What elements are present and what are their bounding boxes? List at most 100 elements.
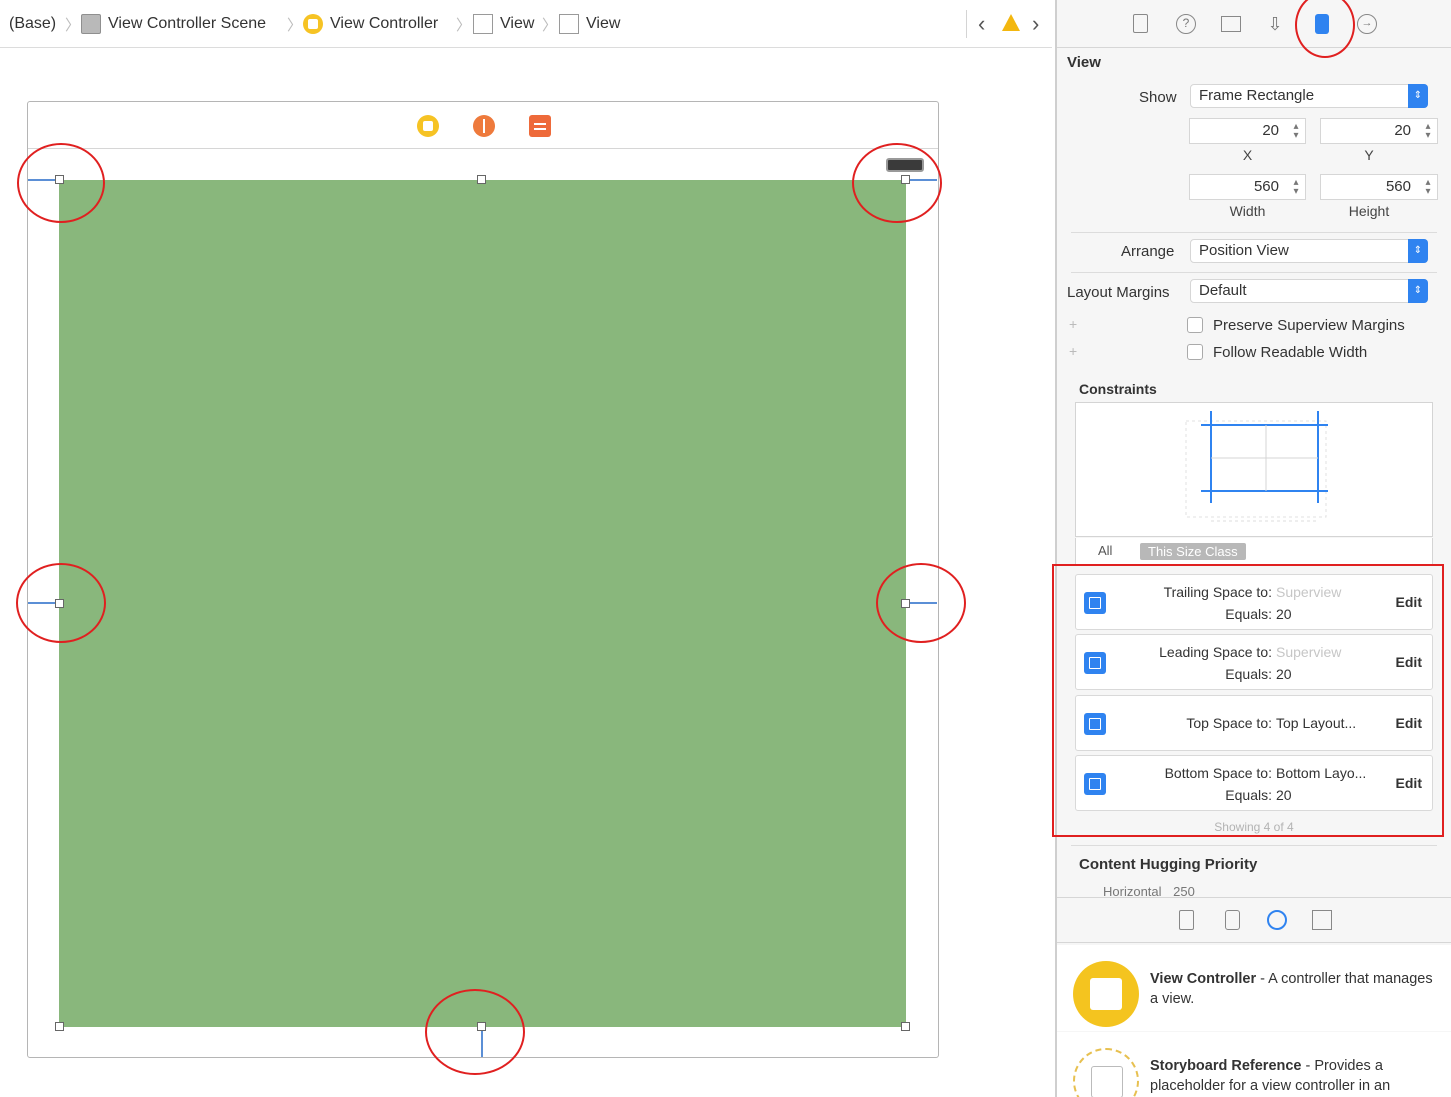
- breadcrumb-view[interactable]: View: [473, 12, 534, 36]
- media-library-icon[interactable]: [1312, 910, 1332, 930]
- storyboard-canvas[interactable]: [0, 49, 1052, 1097]
- arrange-label: Arrange: [1121, 243, 1175, 260]
- width-field[interactable]: 560 ▴ ▾: [1189, 174, 1306, 200]
- annotation-circle: [17, 143, 105, 223]
- layout-margins-popup[interactable]: Default ⇕: [1190, 279, 1428, 303]
- height-value: 560: [1385, 178, 1411, 195]
- section-title: View: [1067, 54, 1101, 71]
- resize-handle-bottom-right[interactable]: [901, 1022, 910, 1031]
- annotation-circle: [16, 563, 106, 643]
- divider: [1071, 232, 1437, 233]
- view-icon: [473, 14, 493, 34]
- stepper-icon[interactable]: ▴ ▾: [1290, 122, 1302, 141]
- annotation-circle: [425, 989, 525, 1075]
- breadcrumb-label: (Base): [9, 15, 57, 32]
- inspector-panel: ? ⇩ → View Show Frame Rectangle ⇕ 20 ▴ ▾ …: [1052, 0, 1451, 1097]
- object-library-icon[interactable]: [1267, 910, 1287, 930]
- annotation-circle: [852, 143, 942, 223]
- library-item-text: View Controller - A controller that mana…: [1150, 969, 1436, 1009]
- follow-readable-label: Follow Readable Width: [1213, 344, 1368, 361]
- show-popup[interactable]: Frame Rectangle ⇕: [1190, 84, 1428, 108]
- hugging-horizontal-label: Horizontal: [1103, 884, 1162, 896]
- follow-readable-checkbox[interactable]: [1187, 344, 1203, 360]
- segment-this-size-class[interactable]: This Size Class: [1140, 543, 1246, 560]
- view-icon: [559, 14, 579, 34]
- y-field[interactable]: 20 ▴ ▾: [1320, 118, 1438, 144]
- breadcrumb-separator-icon: 〉: [65, 17, 81, 34]
- exit-icon[interactable]: [529, 115, 551, 137]
- resize-handle-top[interactable]: [477, 175, 486, 184]
- x-label: X: [1242, 147, 1253, 163]
- preserve-margins-checkbox[interactable]: [1187, 317, 1203, 333]
- constraint-diagram-graphic: [1185, 411, 1328, 522]
- layout-margins-value: Default: [1199, 282, 1247, 299]
- hugging-horizontal-value[interactable]: 250: [1173, 884, 1195, 896]
- warning-icon[interactable]: [1002, 14, 1020, 31]
- breadcrumb-separator-icon: 〉: [456, 17, 472, 34]
- layout-margins-label: Layout Margins: [1067, 284, 1170, 301]
- chevron-updown-icon: ⇕: [1408, 84, 1428, 108]
- segment-all[interactable]: All: [1098, 543, 1112, 558]
- storyboard-reference-icon: [1073, 1048, 1139, 1097]
- scene-dock: [28, 102, 938, 149]
- breadcrumb-label: View Controller Scene: [108, 15, 267, 32]
- file-inspector-icon[interactable]: [1133, 14, 1148, 33]
- first-responder-icon[interactable]: [473, 115, 495, 137]
- width-value: 560: [1253, 178, 1279, 195]
- breadcrumb-scene[interactable]: View Controller Scene: [81, 12, 266, 36]
- annotation-circle: [876, 563, 966, 643]
- breadcrumb-label: View: [500, 15, 535, 32]
- view-controller-icon: [1073, 961, 1139, 1027]
- height-field[interactable]: 560 ▴ ▾: [1320, 174, 1438, 200]
- library-item-view-controller[interactable]: View Controller - A controller that mana…: [1057, 945, 1451, 1031]
- breadcrumb-label: View: [586, 15, 621, 32]
- annotation-circle: [1295, 0, 1355, 58]
- x-field[interactable]: 20 ▴ ▾: [1189, 118, 1306, 144]
- divider: [966, 10, 967, 38]
- show-label: Show: [1139, 89, 1177, 106]
- chevron-updown-icon: ⇕: [1408, 279, 1428, 303]
- library-item-text: Storyboard Reference - Provides a placeh…: [1150, 1056, 1436, 1096]
- library-item-storyboard-reference[interactable]: Storyboard Reference - Provides a placeh…: [1057, 1032, 1451, 1097]
- breadcrumb-view-controller[interactable]: View Controller: [303, 12, 438, 36]
- previous-issue-icon[interactable]: ‹: [978, 11, 985, 37]
- attributes-inspector-icon[interactable]: ⇩: [1265, 14, 1285, 34]
- add-variation-icon[interactable]: +: [1069, 343, 1077, 359]
- hugging-horizontal-row: Horizontal 250: [1103, 884, 1433, 896]
- add-variation-icon[interactable]: +: [1069, 316, 1077, 332]
- file-template-icon[interactable]: [1179, 910, 1194, 930]
- view-controller-icon[interactable]: [417, 115, 439, 137]
- arrange-value: Position View: [1199, 242, 1289, 259]
- breadcrumb-separator-icon: 〉: [287, 17, 303, 34]
- hugging-title: Content Hugging Priority: [1079, 856, 1258, 873]
- library-item-name: Storyboard Reference: [1150, 1058, 1302, 1074]
- code-snippet-icon[interactable]: [1225, 910, 1240, 930]
- breadcrumb-base[interactable]: (Base): [9, 12, 56, 36]
- y-label: Y: [1364, 147, 1374, 163]
- green-subview[interactable]: [59, 180, 906, 1027]
- identity-inspector-icon[interactable]: [1221, 16, 1241, 32]
- stepper-icon[interactable]: ▴ ▾: [1422, 122, 1434, 141]
- quick-help-icon[interactable]: ?: [1176, 14, 1196, 34]
- breadcrumb-subview[interactable]: View: [559, 12, 620, 36]
- divider: [1071, 272, 1437, 273]
- constraint-diagram: [1075, 402, 1433, 537]
- height-label: Height: [1348, 203, 1390, 219]
- constraints-filter: All This Size Class: [1075, 538, 1433, 564]
- library-tabs: [1057, 897, 1451, 943]
- next-issue-icon[interactable]: ›: [1032, 11, 1039, 37]
- stepper-icon[interactable]: ▴ ▾: [1422, 178, 1434, 197]
- resize-handle-bottom-left[interactable]: [55, 1022, 64, 1031]
- connections-inspector-icon[interactable]: →: [1357, 14, 1377, 34]
- chevron-updown-icon: ⇕: [1408, 239, 1428, 263]
- x-value: 20: [1262, 122, 1279, 139]
- divider: [1071, 845, 1437, 846]
- y-value: 20: [1394, 122, 1411, 139]
- arrange-popup[interactable]: Position View ⇕: [1190, 239, 1428, 263]
- annotation-box: [1052, 564, 1444, 837]
- constraints-title: Constraints: [1079, 381, 1157, 397]
- breadcrumb-separator-icon: 〉: [542, 17, 558, 34]
- stepper-icon[interactable]: ▴ ▾: [1290, 178, 1302, 197]
- library-item-name: View Controller: [1150, 971, 1257, 987]
- preserve-margins-label: Preserve Superview Margins: [1213, 317, 1405, 334]
